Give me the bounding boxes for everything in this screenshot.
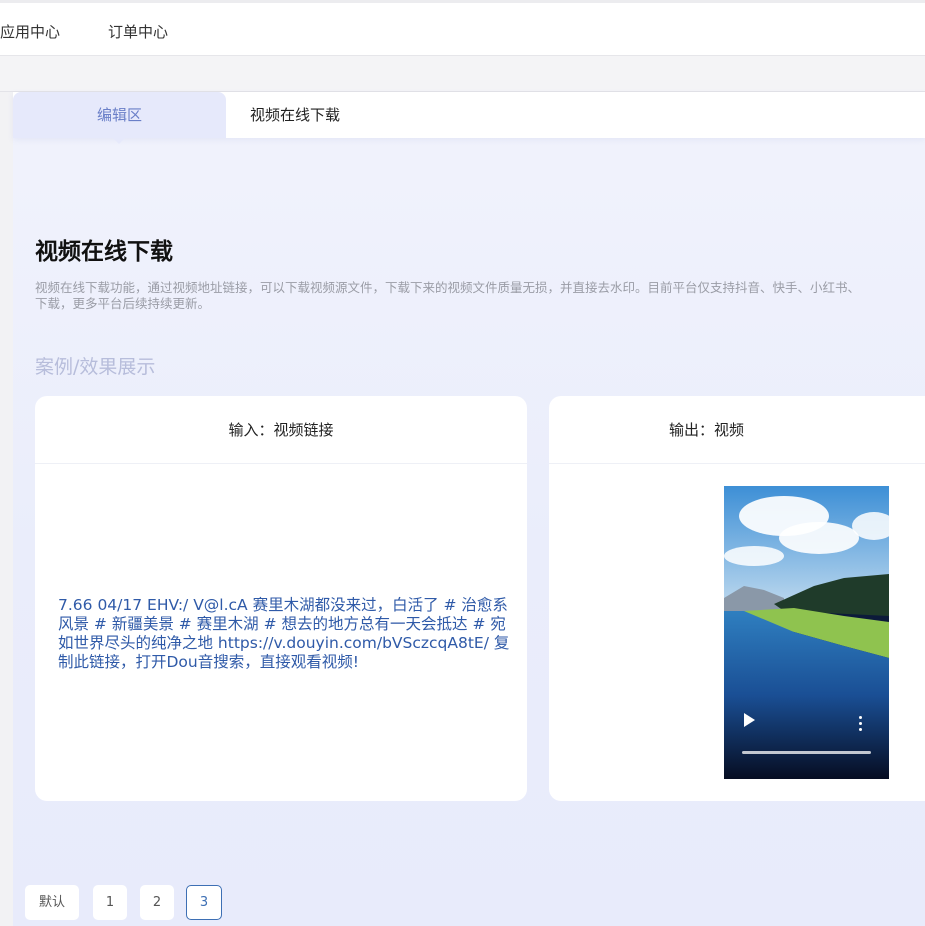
description-line-1: 视频在线下载功能，通过视频地址链接，可以下载视频源文件，下载下来的视频文件质量无… xyxy=(35,280,861,295)
tab-video-download[interactable]: 视频在线下载 xyxy=(250,92,340,138)
play-icon[interactable] xyxy=(744,713,755,727)
tab-editor[interactable]: 编辑区 xyxy=(13,92,226,144)
top-navigation: 应用中心 订单中心 xyxy=(0,0,925,56)
page-title: 视频在线下载 xyxy=(35,239,173,265)
video-player[interactable] xyxy=(724,486,889,779)
nav-app-center[interactable]: 应用中心 xyxy=(0,21,60,42)
input-card-header: 输入：视频链接 xyxy=(35,396,527,464)
output-card: 输出：视频 xyxy=(549,396,925,801)
pagination-page-2[interactable]: 2 xyxy=(140,885,174,920)
page-description: 视频在线下载功能，通过视频地址链接，可以下载视频源文件，下载下来的视频文件质量无… xyxy=(35,280,925,312)
pagination-page-1[interactable]: 1 xyxy=(93,885,127,920)
video-progress-bar[interactable] xyxy=(742,751,871,754)
pagination-default-button[interactable]: 默认 xyxy=(25,885,79,920)
section-title: 案例/效果展示 xyxy=(35,356,156,378)
pagination-page-3-active[interactable]: 3 xyxy=(186,885,222,920)
nav-order-center[interactable]: 订单中心 xyxy=(108,21,168,42)
video-link-text: 7.66 04/17 EHV:/ V@l.cA 赛里木湖都没来过，白活了 # 治… xyxy=(58,596,510,671)
input-card: 输入：视频链接 7.66 04/17 EHV:/ V@l.cA 赛里木湖都没来过… xyxy=(35,396,527,801)
description-line-2: 下载，更多平台后续持续更新。 xyxy=(35,296,211,311)
toolbar-strip xyxy=(0,56,925,92)
left-edge-panel xyxy=(0,92,13,926)
video-thumbnail xyxy=(724,486,889,779)
tab-bar: 编辑区 视频在线下载 xyxy=(13,92,925,144)
workspace: 编辑区 视频在线下载 视频在线下载 视频在线下载功能，通过视频地址链接，可以下载… xyxy=(13,92,925,926)
output-card-header: 输出：视频 xyxy=(549,396,925,464)
more-options-icon[interactable] xyxy=(859,716,863,732)
